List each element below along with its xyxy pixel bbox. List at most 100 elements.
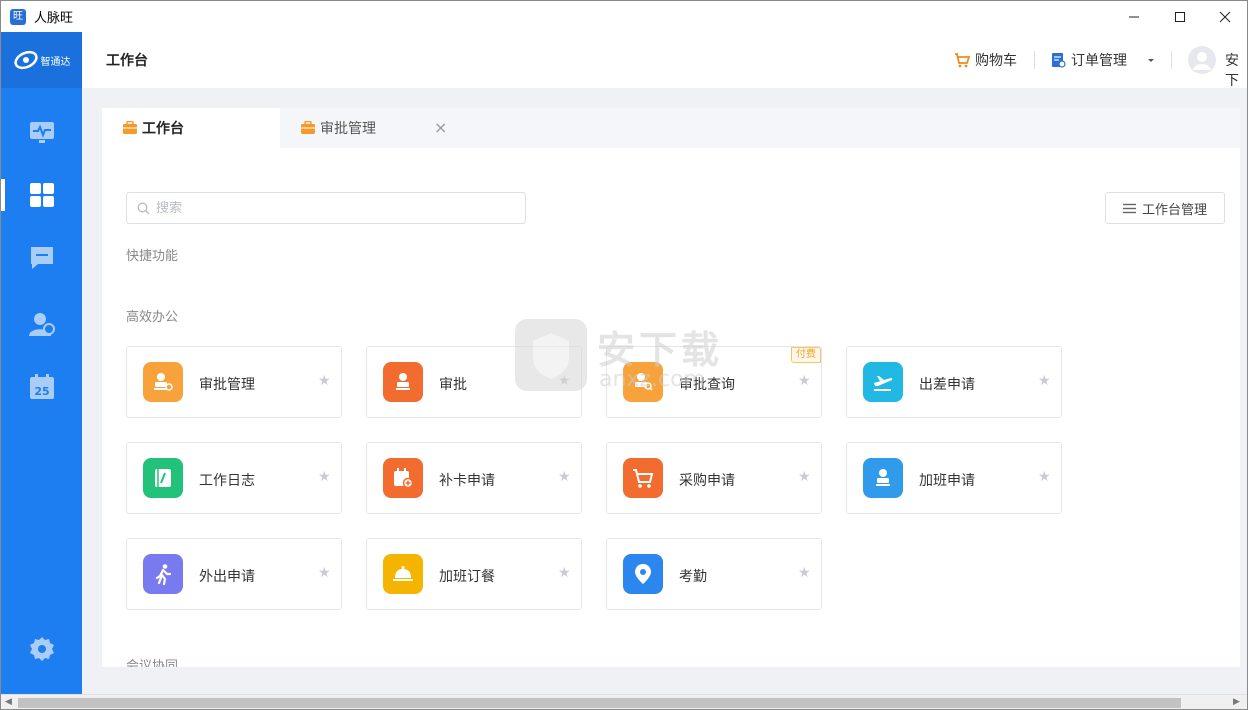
- vertical-scrollbar[interactable]: [1240, 88, 1247, 694]
- sidebar-item-contacts[interactable]: [1, 300, 82, 348]
- brand-logo: 智通达: [1, 32, 82, 88]
- star-icon[interactable]: ★: [318, 469, 331, 485]
- sidebar-item-messages[interactable]: [1, 234, 82, 282]
- star-icon[interactable]: ★: [558, 373, 571, 389]
- avatar[interactable]: [1188, 46, 1216, 74]
- app-card-label: 加班申请: [919, 473, 975, 489]
- top-header: 工作台 购物车 订单管理 安下: [82, 32, 1247, 90]
- title-bar: 旺 人脉旺: [1, 1, 1247, 32]
- close-tab-button[interactable]: ×: [434, 118, 447, 137]
- close-icon: [1219, 11, 1231, 22]
- sidebar-item-settings[interactable]: [1, 625, 82, 673]
- star-icon[interactable]: ★: [798, 373, 811, 389]
- order-document-icon: [1052, 53, 1066, 68]
- app-card-overtime-meal[interactable]: 加班订餐 ★: [366, 538, 582, 610]
- app-card-attendance[interactable]: 考勤 ★: [606, 538, 822, 610]
- page-title: 工作台: [106, 53, 148, 69]
- app-card-punch-supplement[interactable]: 补卡申请 ★: [366, 442, 582, 514]
- orders-label: 订单管理: [1071, 53, 1127, 69]
- app-card-label: 出差申请: [919, 377, 975, 393]
- maximize-icon: [1175, 11, 1185, 22]
- app-card-approval-management[interactable]: 审批管理 ★: [126, 346, 342, 418]
- star-icon[interactable]: ★: [798, 469, 811, 485]
- manage-button-label: 工作台管理: [1141, 202, 1207, 218]
- cart-label: 购物车: [975, 53, 1017, 69]
- minimize-button[interactable]: [1111, 1, 1157, 32]
- workbench-panel: 工作台管理 快捷功能 高效办公 审批管理 ★ 审批 ★ 审批查询 ★ 付费: [102, 148, 1240, 667]
- scroll-left-icon[interactable]: ◀: [5, 697, 12, 707]
- app-card-approval[interactable]: 审批 ★: [366, 346, 582, 418]
- menu-icon: [1122, 203, 1136, 213]
- app-window: 旺 人脉旺 智通达 25 工作台 购物车 订单管理 安下 工作台 审批管理 × …: [0, 0, 1248, 710]
- sidebar-item-workbench[interactable]: [1, 171, 82, 219]
- user-name[interactable]: 安下: [1225, 50, 1247, 90]
- walking-icon: [143, 554, 183, 594]
- notebook-icon: [143, 458, 183, 498]
- contacts-icon: [28, 313, 55, 336]
- star-icon[interactable]: ★: [558, 565, 571, 581]
- stamp-settings-icon: [143, 362, 183, 402]
- sidebar-item-calendar[interactable]: 25: [1, 363, 82, 411]
- sidebar-item-dashboard[interactable]: [1, 108, 82, 156]
- app-card-label: 考勤: [679, 569, 707, 585]
- message-icon: [30, 247, 53, 269]
- paid-badge: 付费: [791, 347, 821, 363]
- window-title: 人脉旺: [34, 11, 74, 26]
- app-card-label: 采购申请: [679, 473, 735, 489]
- shopping-cart-icon: [623, 458, 663, 498]
- overtime-stamp-icon: [863, 458, 903, 498]
- sidebar: 智通达 25: [1, 32, 82, 694]
- chevron-down-icon: [1148, 59, 1154, 62]
- section-title-meeting: 会议协同: [126, 659, 179, 667]
- app-card-purchase[interactable]: 采购申请 ★: [606, 442, 822, 514]
- tab-workbench[interactable]: 工作台: [102, 108, 280, 148]
- location-pin-icon: [623, 554, 663, 594]
- maximize-button[interactable]: [1157, 1, 1203, 32]
- horizontal-scrollbar[interactable]: ◀ ▶: [1, 694, 1247, 709]
- app-card-label: 补卡申请: [439, 473, 495, 489]
- app-card-overtime[interactable]: 加班申请 ★: [846, 442, 1062, 514]
- meal-cover-icon: [383, 554, 423, 594]
- search-box[interactable]: [126, 192, 526, 224]
- brand-name: 智通达: [40, 56, 71, 68]
- minimize-icon: [1129, 16, 1139, 17]
- tab-label: 审批管理: [320, 121, 376, 137]
- app-card-label: 审批: [439, 377, 467, 393]
- app-card-label: 加班订餐: [439, 569, 495, 585]
- section-title-quick: 快捷功能: [126, 249, 179, 264]
- plane-icon: [863, 362, 903, 402]
- briefcase-icon: [301, 121, 315, 134]
- calendar-add-icon: [383, 458, 423, 498]
- orders-menu-button[interactable]: 订单管理: [1050, 50, 1156, 70]
- app-card-label: 审批查询: [679, 377, 735, 393]
- star-icon[interactable]: ★: [1038, 373, 1051, 389]
- star-icon[interactable]: ★: [798, 565, 811, 581]
- app-card-business-trip[interactable]: 出差申请 ★: [846, 346, 1062, 418]
- app-card-work-log[interactable]: 工作日志 ★: [126, 442, 342, 514]
- tab-bar: 工作台 审批管理 ×: [102, 108, 1240, 148]
- app-card-approval-query[interactable]: 审批查询 ★ 付费: [606, 346, 822, 418]
- cart-icon: [955, 53, 970, 68]
- stamp-icon: [383, 362, 423, 402]
- app-logo-icon: 旺: [10, 8, 26, 25]
- calendar-icon: 25: [29, 374, 54, 399]
- apps-grid-icon: [29, 183, 54, 207]
- scroll-right-icon[interactable]: ▶: [1233, 697, 1240, 707]
- header-divider: [1034, 51, 1035, 69]
- dashboard-icon: [29, 122, 54, 143]
- section-title-office: 高效办公: [126, 310, 179, 325]
- workbench-manage-button[interactable]: 工作台管理: [1105, 192, 1225, 224]
- app-card-label: 工作日志: [199, 473, 255, 489]
- star-icon[interactable]: ★: [318, 565, 331, 581]
- svg-text:25: 25: [34, 385, 49, 398]
- star-icon[interactable]: ★: [1038, 469, 1051, 485]
- search-input[interactable]: [156, 200, 496, 216]
- tab-label: 工作台: [142, 121, 184, 137]
- scrollbar-thumb[interactable]: [18, 698, 1181, 708]
- star-icon[interactable]: ★: [318, 373, 331, 389]
- app-card-go-out[interactable]: 外出申请 ★: [126, 538, 342, 610]
- star-icon[interactable]: ★: [558, 469, 571, 485]
- app-card-label: 外出申请: [199, 569, 255, 585]
- close-window-button[interactable]: [1202, 1, 1247, 32]
- cart-button[interactable]: 购物车: [954, 50, 1017, 70]
